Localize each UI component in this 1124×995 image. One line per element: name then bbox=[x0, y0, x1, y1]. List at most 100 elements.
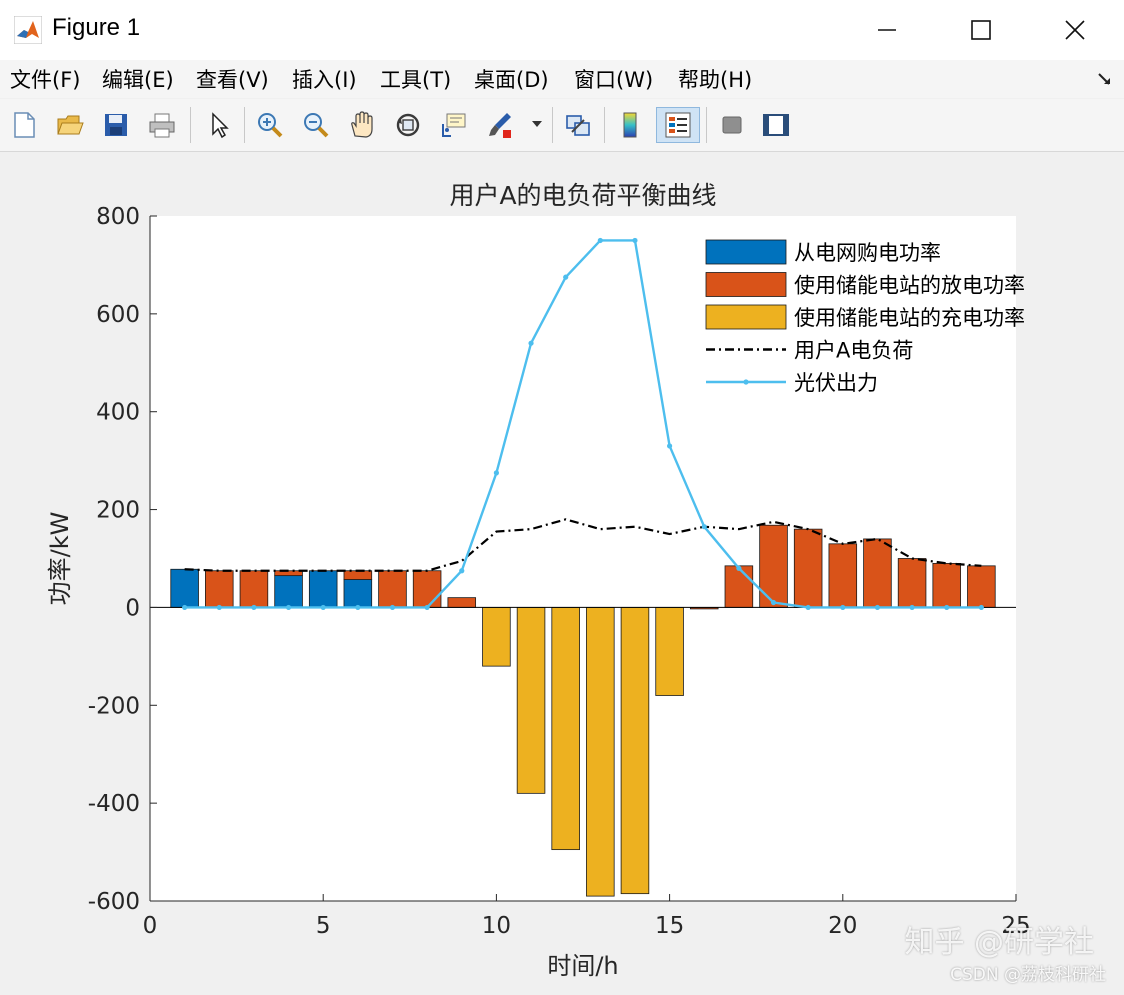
x-axis-label: 时间/h bbox=[547, 952, 618, 980]
pv-point-h20 bbox=[840, 604, 846, 611]
bar-1-h5 bbox=[308, 570, 338, 608]
legend-swatch-bar bbox=[705, 239, 787, 265]
select-arrow-icon bbox=[212, 112, 229, 139]
x-tick-label: 0 bbox=[143, 913, 158, 939]
pv-point-h10 bbox=[493, 470, 499, 476]
menu-file[interactable]: 文件(F) bbox=[10, 64, 80, 94]
show-plot-tools-button[interactable] bbox=[758, 107, 794, 143]
legend-button[interactable] bbox=[656, 107, 700, 143]
save-button[interactable] bbox=[98, 107, 134, 143]
bar-2-h3 bbox=[239, 570, 269, 608]
bar-2-h7 bbox=[378, 570, 407, 608]
legend-label: 光伏出力 bbox=[794, 371, 878, 395]
menu-view[interactable]: 查看(V) bbox=[196, 64, 269, 94]
menu-tools[interactable]: 工具(T) bbox=[380, 64, 451, 94]
bar-1-h6 bbox=[343, 579, 373, 608]
zoom-in-button[interactable] bbox=[252, 107, 288, 143]
bar-3-h12 bbox=[551, 607, 580, 851]
menu-edit[interactable]: 编辑(E) bbox=[102, 64, 174, 94]
maximize-icon bbox=[971, 20, 991, 40]
open-file-icon bbox=[57, 115, 84, 135]
new-figure-button[interactable] bbox=[6, 107, 42, 143]
chart-title: 用户A的电负荷平衡曲线 bbox=[449, 181, 716, 210]
pv-point-h12 bbox=[563, 274, 569, 280]
pv-point-h17 bbox=[736, 565, 742, 571]
colorbar-icon bbox=[623, 112, 637, 138]
legend-label: 使用储能电站的充电功率 bbox=[794, 306, 1025, 330]
window-titlebar: Figure 1 bbox=[0, 0, 1124, 61]
figure-canvas: 0 5 10 15 20 25 -600 -400 -200 0 200 400 600 800 用户A的电… bbox=[2, 152, 1122, 993]
brush-dropdown-icon[interactable] bbox=[530, 119, 544, 129]
bar-3-h11 bbox=[516, 607, 546, 794]
pv-point-h2 bbox=[216, 604, 222, 611]
y-tick-label: 0 bbox=[125, 595, 140, 621]
pv-point-h24 bbox=[978, 604, 984, 611]
chart[interactable]: 0 5 10 15 20 25-600-400-2000200400600800用户A的电… bbox=[2, 152, 1122, 993]
pv-point-h16 bbox=[701, 524, 707, 530]
bar-2-h18 bbox=[759, 524, 788, 608]
show-plot-tools-icon bbox=[763, 114, 789, 136]
print-icon bbox=[149, 113, 175, 138]
bar-2-h21 bbox=[863, 538, 892, 608]
zoom-out-icon bbox=[304, 113, 329, 138]
colorbar-button[interactable] bbox=[612, 107, 648, 143]
x-tick-label: 5 bbox=[316, 913, 331, 939]
open-file-button[interactable] bbox=[52, 107, 88, 143]
menu-insert[interactable]: 插入(I) bbox=[292, 64, 357, 94]
y-axis-label: 功率/kW bbox=[46, 512, 74, 606]
rotate-3d-button[interactable] bbox=[390, 107, 426, 143]
minimize-icon bbox=[878, 29, 896, 31]
bar-2-h24 bbox=[967, 565, 996, 608]
zoom-in-icon bbox=[258, 113, 283, 138]
y-tick-label: 800 bbox=[96, 204, 140, 230]
select-arrow-button[interactable] bbox=[200, 107, 236, 143]
pv-point-h8 bbox=[424, 604, 430, 611]
bar-2-h22 bbox=[897, 558, 927, 608]
menu-bar: 文件(F) 编辑(E) 查看(V) 插入(I) 工具(T) 桌面(D) 窗口(W… bbox=[0, 60, 1124, 98]
hide-plot-tools-icon bbox=[722, 116, 742, 134]
y-tick-label: 200 bbox=[96, 498, 140, 524]
pv-point-h9 bbox=[459, 568, 465, 574]
bar-2-h17 bbox=[724, 565, 754, 608]
rotate-3d-icon bbox=[396, 113, 420, 137]
link-plot-button[interactable] bbox=[560, 107, 596, 143]
pan-button[interactable] bbox=[344, 107, 380, 143]
pv-point-h7 bbox=[389, 604, 396, 611]
legend-marker bbox=[743, 379, 749, 385]
legend-swatch-bar bbox=[705, 272, 787, 297]
menu-window[interactable]: 窗口(W) bbox=[574, 64, 653, 94]
pv-point-h5 bbox=[320, 604, 326, 611]
hide-plot-tools-button[interactable] bbox=[714, 107, 750, 143]
pv-point-h22 bbox=[909, 604, 915, 611]
bar-2-h9 bbox=[447, 597, 477, 608]
close-icon bbox=[1065, 20, 1085, 40]
zoom-out-button[interactable] bbox=[298, 107, 334, 143]
x-tick-label: 10 bbox=[482, 913, 511, 939]
bar-2-h2 bbox=[205, 570, 234, 608]
pv-point-h4 bbox=[285, 604, 292, 611]
close-button[interactable] bbox=[1052, 10, 1098, 50]
pv-point-h18 bbox=[770, 599, 777, 606]
bar-2-h23 bbox=[932, 562, 961, 608]
pv-point-h3 bbox=[251, 604, 257, 611]
dock-arrow-icon[interactable] bbox=[1096, 70, 1114, 88]
brush-button[interactable] bbox=[482, 107, 518, 143]
bar-3-h14 bbox=[620, 607, 650, 895]
figure-toolbar bbox=[0, 99, 1124, 152]
data-cursor-icon bbox=[442, 113, 466, 137]
brush-icon bbox=[489, 113, 511, 138]
pan-hand-icon bbox=[351, 111, 373, 138]
pv-point-h11 bbox=[528, 340, 534, 346]
zhihu-watermark: 知乎 @研学社 bbox=[904, 925, 1094, 960]
csdn-watermark: CSDN @荔枝科研社 bbox=[950, 965, 1106, 985]
menu-help[interactable]: 帮助(H) bbox=[678, 64, 752, 94]
data-cursor-button[interactable] bbox=[436, 107, 472, 143]
minimize-button[interactable] bbox=[864, 10, 910, 50]
legend-label: 用户A电负荷 bbox=[794, 339, 913, 363]
maximize-button[interactable] bbox=[958, 10, 1004, 50]
menu-desktop[interactable]: 桌面(D) bbox=[474, 64, 549, 94]
y-tick-label: -600 bbox=[88, 889, 140, 915]
print-button[interactable] bbox=[144, 107, 180, 143]
legend-icon bbox=[665, 112, 691, 138]
y-tick-label: 600 bbox=[96, 302, 140, 328]
